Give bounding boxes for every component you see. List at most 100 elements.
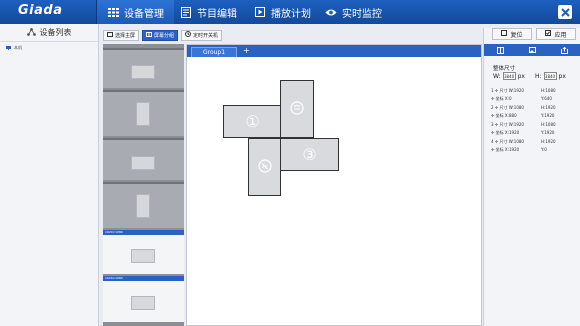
- button-label: 选择主屏: [115, 32, 136, 39]
- thumbnail-screen: [136, 194, 150, 218]
- overall-size-row: W: 3840 px H: 3840 px: [493, 72, 566, 80]
- thumbnail-item[interactable]: 1920×1080: [103, 276, 184, 322]
- document-icon: [180, 6, 192, 18]
- nav-play-schedule[interactable]: 播放计划: [254, 0, 311, 24]
- layout-canvas: Group1 + ① ③: [186, 44, 482, 326]
- close-button[interactable]: [558, 5, 572, 19]
- top-bar: Giada 设备管理 节目编辑 播放计划 实时监控: [0, 0, 580, 24]
- thumbnail-label: 1920×1080: [105, 276, 123, 280]
- prop-text: ✢ 坐标 X:1920: [491, 130, 520, 135]
- network-icon: [26, 27, 36, 38]
- screen-prop-row: ✢ 坐标 X:1920 Y:0: [491, 147, 547, 153]
- thumbnail-item[interactable]: [103, 48, 184, 88]
- clock-icon: [185, 31, 192, 39]
- prop-text: 1 ✢ 尺寸 W:1920: [491, 88, 524, 93]
- app-logo: Giada: [18, 3, 63, 18]
- screen-thumbnails: 1920×1080 1920×1080: [103, 44, 184, 326]
- layout-icon[interactable]: [496, 46, 504, 54]
- screen-prop-row: 3 ✢ 尺寸 W:1920 H:1080: [491, 122, 556, 128]
- play-icon: [254, 6, 266, 18]
- monitor-icon: [6, 45, 11, 51]
- timer-power-button[interactable]: 定时开关机: [181, 29, 223, 41]
- prop-text: H:1920: [541, 105, 556, 110]
- screen-prop-row: 2 ✢ 尺寸 W:1080 H:1920: [491, 105, 556, 111]
- screen-number: ③: [302, 145, 317, 164]
- rotated-number-icon: [257, 159, 272, 175]
- screen-3[interactable]: ③: [280, 138, 339, 171]
- properties-tabs: [484, 44, 580, 56]
- prop-text: H:1080: [541, 88, 556, 93]
- prop-text: Y:0: [541, 147, 547, 152]
- nav-live-monitor[interactable]: 实时监控: [325, 0, 382, 24]
- device-list-panel: 设备列表 本机: [0, 24, 99, 326]
- nav-device-management[interactable]: 设备管理: [97, 0, 174, 24]
- device-item-label: 本机: [14, 45, 22, 50]
- screen-1[interactable]: ①: [223, 105, 282, 138]
- select-main-screen-button[interactable]: 选择主屏: [103, 29, 140, 41]
- width-input[interactable]: 3840: [502, 72, 516, 80]
- height-unit: px: [558, 72, 566, 80]
- prop-text: ✢ 坐标 X:0: [491, 96, 512, 101]
- nav-program-editing[interactable]: 节目编辑: [180, 0, 237, 24]
- grid-icon: [107, 6, 119, 18]
- group-tab-bar: Group1 +: [187, 45, 481, 57]
- prop-text: H:1920: [541, 139, 556, 144]
- nav-label: 实时监控: [342, 8, 382, 20]
- device-item-local[interactable]: 本机: [6, 45, 98, 51]
- button-label: 复位: [510, 31, 523, 39]
- screen-group-button[interactable]: 屏幕分组: [142, 29, 179, 41]
- thumbnail-label: 1920×1080: [105, 230, 123, 234]
- screen-prop-row: ✢ 坐标 X:880 Y:1920: [491, 113, 554, 119]
- thumbnail-item[interactable]: [103, 138, 184, 180]
- device-list-title: 设备列表: [39, 28, 72, 37]
- thumbnail-item[interactable]: 1920×1080: [103, 230, 184, 274]
- close-icon: [560, 7, 570, 17]
- eye-icon: [325, 6, 337, 18]
- width-unit: px: [517, 72, 525, 80]
- apply-button[interactable]: 应用: [536, 28, 576, 40]
- prop-text: 3 ✢ 尺寸 W:1920: [491, 122, 524, 127]
- screen-icon: [107, 31, 113, 39]
- height-label: H:: [534, 72, 542, 80]
- overall-size-title: 整体尺寸: [493, 66, 516, 72]
- prop-text: Y:1920: [541, 130, 555, 135]
- reset-icon: [501, 30, 508, 38]
- screen-prop-row: ✢ 坐标 X:1920 Y:1920: [491, 130, 554, 136]
- thumbnail-item[interactable]: [103, 90, 184, 136]
- prop-text: 4 ✢ 尺寸 W:1080: [491, 139, 524, 144]
- button-label: 应用: [554, 31, 567, 39]
- thumbnail-screen: [131, 156, 155, 170]
- rotated-number-icon: [290, 101, 304, 117]
- button-label: 定时开关机: [193, 32, 219, 39]
- screen-2[interactable]: [248, 138, 281, 196]
- group-icon: [146, 31, 153, 39]
- image-icon[interactable]: [528, 47, 536, 54]
- nav-label: 节目编辑: [197, 8, 237, 20]
- thumbnail-item[interactable]: [103, 182, 184, 228]
- reset-button[interactable]: 复位: [492, 28, 532, 40]
- properties-panel: 复位 应用 整体尺寸 W: 3840 px H: 3840 px 1 ✢ 尺寸 …: [483, 28, 580, 326]
- tab-group1[interactable]: Group1: [191, 47, 237, 57]
- export-icon[interactable]: [560, 46, 568, 54]
- thumbnail-screen: [131, 249, 155, 263]
- width-label: W:: [493, 72, 501, 80]
- screen-number: ①: [245, 112, 260, 131]
- screen-4[interactable]: [280, 80, 314, 138]
- screen-prop-row: 4 ✢ 尺寸 W:1080 H:1920: [491, 139, 556, 145]
- device-list-header: 设备列表: [0, 24, 98, 42]
- thumbnail-screen: [131, 296, 155, 310]
- prop-text: Y:1920: [541, 113, 555, 118]
- nav-label: 设备管理: [124, 8, 164, 20]
- button-label: 屏幕分组: [154, 32, 175, 39]
- screen-prop-row: ✢ 坐标 X:0 Y:640: [491, 96, 552, 102]
- add-group-button[interactable]: +: [243, 46, 250, 55]
- height-input[interactable]: 3840: [543, 72, 557, 80]
- apply-icon: [545, 30, 552, 38]
- thumbnail-screen: [136, 102, 150, 126]
- prop-text: ✢ 坐标 X:880: [491, 113, 517, 118]
- prop-text: Y:640: [541, 96, 552, 101]
- nav-label: 播放计划: [271, 8, 311, 20]
- prop-text: H:1080: [541, 122, 556, 127]
- screen-prop-row: 1 ✢ 尺寸 W:1920 H:1080: [491, 88, 556, 94]
- prop-text: ✢ 坐标 X:1920: [491, 147, 520, 152]
